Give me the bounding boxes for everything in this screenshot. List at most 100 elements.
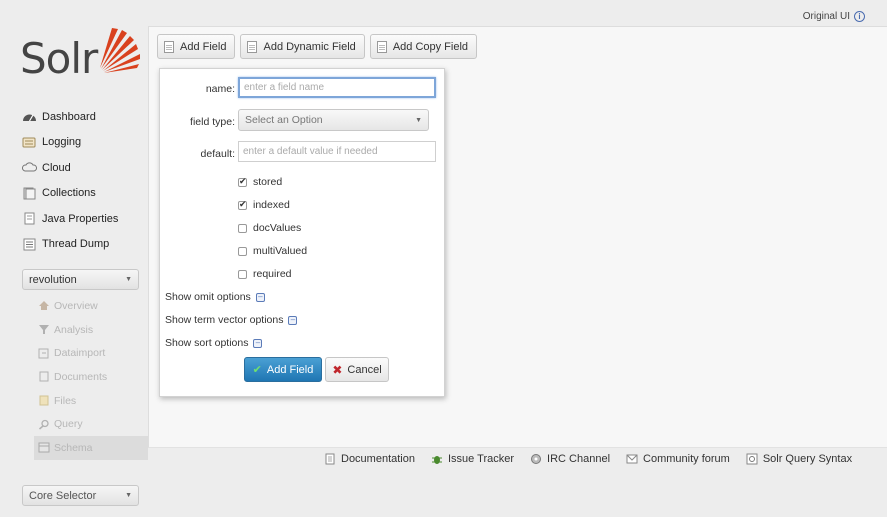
checkbox-label: stored: [253, 176, 283, 188]
thread-dump-icon: [23, 238, 36, 251]
expand-icon: –: [253, 338, 263, 348]
add-copy-field-label: Add Copy Field: [392, 40, 469, 53]
query-syntax-icon: [746, 453, 758, 465]
nav-item-dashboard[interactable]: Dashboard: [22, 104, 142, 130]
required-checkbox-row[interactable]: required: [238, 268, 292, 280]
default-label: default:: [200, 147, 235, 160]
footer-link-documentation[interactable]: Documentation: [324, 453, 415, 465]
dataimport-icon: [38, 348, 49, 359]
solr-logo[interactable]: Solr: [20, 24, 140, 83]
subnav-item-query[interactable]: Query: [34, 412, 148, 436]
nav-label: Logging: [42, 136, 82, 149]
chevron-down-icon: ▼: [125, 276, 132, 283]
default-row: default:: [160, 143, 235, 164]
subnav-item-documents[interactable]: Documents: [34, 365, 148, 389]
checkbox-label: multiValued: [253, 245, 308, 257]
subnav-item-dataimport[interactable]: Dataimport: [34, 341, 148, 365]
add-field-dialog: name: field type: Select an Option ▼ def…: [159, 68, 445, 397]
multivalued-checkbox-row[interactable]: multiValued: [238, 245, 307, 257]
multivalued-checkbox[interactable]: [238, 246, 247, 256]
footer-label: Issue Tracker: [448, 453, 515, 465]
field-type-value: Select an Option: [245, 114, 323, 126]
footer-label: IRC Channel: [547, 453, 611, 465]
cancel-button[interactable]: ✖ Cancel: [325, 357, 389, 382]
cloud-icon: [22, 162, 37, 172]
show-omit-options-label: Show omit options: [165, 291, 251, 303]
required-checkbox[interactable]: [238, 269, 247, 279]
nav-item-thread-dump[interactable]: Thread Dump: [22, 232, 142, 258]
nav-item-collections[interactable]: Collections: [22, 181, 142, 207]
add-dynamic-field-button[interactable]: Add Dynamic Field: [240, 34, 365, 59]
nav-label: Java Properties: [42, 212, 119, 225]
docvalues-checkbox-row[interactable]: docValues: [238, 222, 301, 234]
subnav-item-analysis[interactable]: Analysis: [34, 318, 148, 342]
logo-text: Solr: [20, 34, 98, 83]
checkbox-label: required: [253, 268, 292, 280]
stored-checkbox[interactable]: [238, 176, 247, 187]
expand-icon: –: [288, 315, 298, 325]
schema-toolbar: Add Field Add Dynamic Field Add Copy Fie…: [157, 34, 478, 59]
cancel-label: Cancel: [347, 363, 382, 376]
subnav-label: Dataimport: [54, 347, 106, 360]
core-subnav: Overview Analysis Dataimport Documents F…: [34, 294, 148, 460]
stored-checkbox-row[interactable]: stored: [238, 176, 282, 188]
show-term-vector-options-toggle[interactable]: Show term vector options –: [165, 314, 298, 326]
docvalues-checkbox[interactable]: [238, 223, 247, 233]
add-field-button[interactable]: Add Field: [157, 34, 236, 59]
java-icon: [24, 212, 35, 225]
add-copy-field-icon: [376, 40, 387, 53]
footer-link-community-forum[interactable]: Community forum: [626, 453, 730, 465]
footer-label: Solr Query Syntax: [762, 453, 853, 465]
subnav-item-schema[interactable]: Schema: [34, 436, 148, 460]
checkbox-label: docValues: [253, 222, 302, 234]
original-ui-link[interactable]: Original UI i: [803, 11, 865, 22]
expand-icon: –: [255, 292, 265, 302]
home-icon: [39, 301, 49, 311]
submit-label: Add Field: [266, 363, 314, 376]
close-icon: ✖: [332, 362, 343, 377]
magnifier-icon: [39, 419, 49, 430]
field-type-label: field type:: [190, 116, 235, 128]
show-sort-options-toggle[interactable]: Show sort options –: [165, 337, 263, 349]
indexed-checkbox-row[interactable]: indexed: [238, 199, 290, 211]
core-selector[interactable]: Core Selector ▼: [22, 485, 139, 506]
nav-label: Dashboard: [42, 110, 96, 123]
core-select-value: revolution: [29, 273, 77, 286]
field-type-select[interactable]: Select an Option ▼: [238, 109, 429, 131]
nav-item-cloud[interactable]: Cloud: [22, 155, 142, 181]
footer-link-irc-channel[interactable]: IRC Channel: [530, 453, 610, 465]
footer-label: Documentation: [341, 453, 415, 465]
submit-add-field-button[interactable]: ✔ Add Field: [244, 357, 322, 382]
subnav-label: Analysis: [54, 323, 94, 336]
footer-links: Documentation Issue Tracker IRC Channel …: [324, 453, 852, 465]
show-omit-options-toggle[interactable]: Show omit options –: [165, 291, 265, 303]
subnav-label: Overview: [54, 299, 98, 312]
field-name-input[interactable]: [238, 77, 436, 98]
add-field-icon: [164, 40, 174, 53]
add-field-label: Add Field: [180, 40, 227, 53]
show-sort-options-label: Show sort options: [165, 337, 249, 349]
nav-item-logging[interactable]: Logging: [22, 130, 142, 156]
chevron-down-icon: ▼: [415, 116, 422, 124]
chevron-down-icon: ▼: [125, 492, 132, 499]
files-icon: [39, 395, 49, 406]
subnav-item-files[interactable]: Files: [34, 389, 148, 413]
nav-label: Cloud: [42, 161, 71, 174]
footer-link-issue-tracker[interactable]: Issue Tracker: [431, 453, 514, 465]
indexed-checkbox[interactable]: [238, 199, 247, 210]
main-nav: Dashboard Logging Cloud Collections Java…: [22, 104, 142, 257]
core-select[interactable]: revolution ▼: [22, 269, 139, 290]
dashboard-icon: [23, 114, 36, 122]
solr-sun-icon: [100, 28, 140, 73]
show-term-vector-label: Show term vector options: [165, 314, 284, 326]
subnav-item-overview[interactable]: Overview: [34, 294, 148, 318]
original-ui-label: Original UI: [802, 11, 850, 22]
documents-icon: [39, 371, 49, 382]
default-value-input[interactable]: [238, 141, 436, 162]
name-row: name:: [160, 78, 235, 99]
footer-link-solr-query-syntax[interactable]: Solr Query Syntax: [746, 453, 852, 465]
add-copy-field-button[interactable]: Add Copy Field: [369, 34, 478, 59]
bug-icon: [432, 456, 442, 464]
nav-item-java-properties[interactable]: Java Properties: [22, 206, 142, 232]
checkbox-label: indexed: [253, 199, 290, 211]
